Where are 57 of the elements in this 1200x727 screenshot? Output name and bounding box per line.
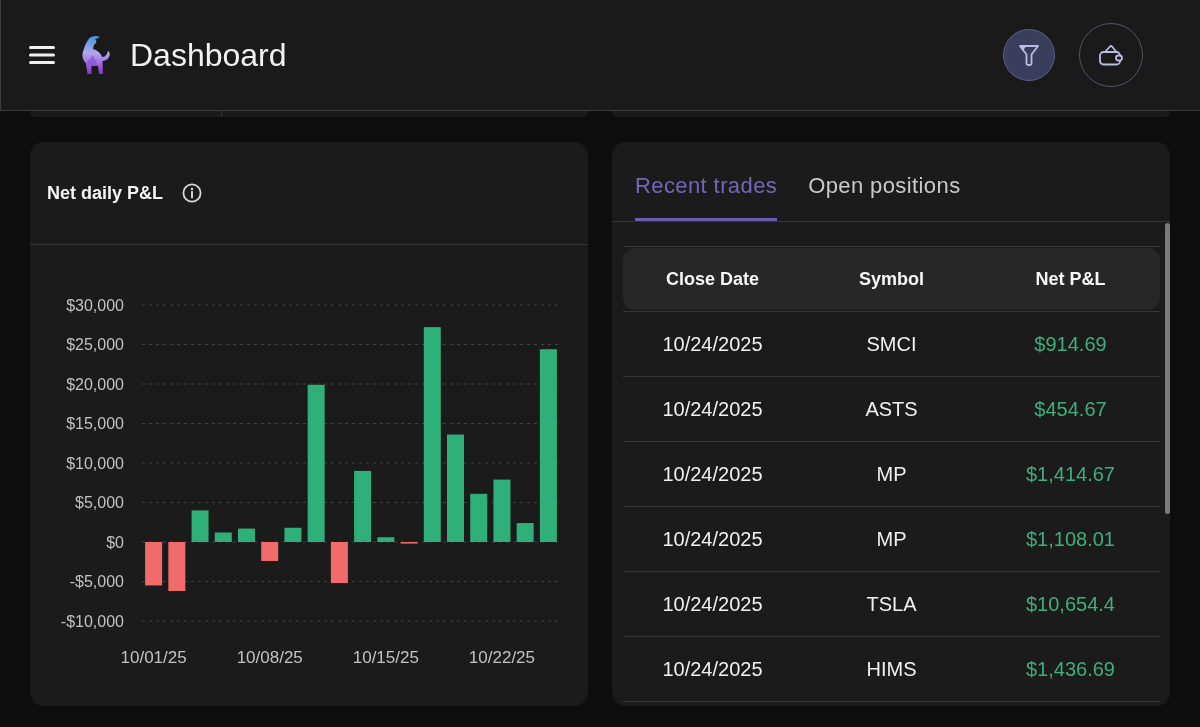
- table-cell-text: $454.67: [1034, 397, 1107, 422]
- axis-label: -$10,000: [60, 612, 124, 630]
- table-cell-text: MP: [876, 462, 907, 487]
- loss-bar: [145, 542, 163, 586]
- table-cell-text: SMCI: [866, 332, 917, 357]
- axis-label: $30,000: [66, 296, 124, 314]
- axis-label: 10/22/25: [468, 648, 536, 667]
- table-cell-text: TSLA: [866, 592, 917, 617]
- axis-label: $0: [106, 533, 124, 551]
- scrollbar-thumb[interactable]: [1165, 223, 1170, 514]
- axis-label: $25,000: [66, 336, 124, 353]
- table-cell-text: ASTS: [865, 397, 918, 422]
- page-title: Dashboard: [130, 36, 287, 75]
- profit-bar: [191, 510, 209, 542]
- table-cell-text: $1,108.01: [1026, 527, 1115, 552]
- profit-bar: [516, 523, 534, 542]
- profit-bar: [214, 532, 232, 542]
- table-cell-text: 10/24/2025: [662, 462, 763, 487]
- card-title: Net daily P&L: [47, 181, 164, 205]
- axis-label: 10/01/25: [120, 648, 187, 667]
- axis-label: -$5,000: [69, 573, 124, 590]
- table-cell-text: HIMS: [866, 657, 917, 682]
- loss-bar: [261, 542, 279, 561]
- filter-button[interactable]: [1003, 29, 1055, 81]
- column-header: Symbol: [859, 267, 924, 291]
- tab[interactable]: Open positions: [808, 142, 961, 221]
- axis-label: 10/15/25: [352, 648, 419, 667]
- profit-bar: [493, 479, 511, 542]
- loss-bar: [168, 542, 186, 591]
- profit-bar: [470, 493, 488, 542]
- table-cell-text: 10/24/2025: [662, 657, 763, 682]
- table-cell-text: $1,414.67: [1026, 462, 1115, 487]
- table-cell-text: 10/24/2025: [662, 592, 763, 617]
- menu-icon[interactable]: [29, 46, 55, 64]
- table-cell-text: 10/24/2025: [662, 397, 763, 422]
- axis-label: $10,000: [66, 454, 124, 472]
- column-header: Close Date: [665, 267, 759, 291]
- profit-bar: [284, 527, 302, 542]
- axis-label: $15,000: [66, 415, 124, 432]
- table-cell-text: MP: [876, 527, 907, 552]
- axis-label: $5,000: [75, 494, 124, 511]
- table-cell-text: 10/24/2025: [662, 527, 763, 552]
- filter-icon: [1018, 43, 1040, 67]
- profit-bar: [354, 470, 372, 542]
- axis-label: $20,000: [66, 375, 124, 393]
- column-header: Net P&L: [1035, 267, 1106, 291]
- wallet-icon: [1098, 43, 1124, 67]
- loss-bar: [330, 542, 348, 584]
- table-cell-text: $914.69: [1034, 332, 1107, 357]
- info-icon[interactable]: [182, 183, 203, 203]
- profit-bar: [238, 528, 255, 542]
- table-cell-text: 10/24/2025: [662, 332, 763, 357]
- axis-label: 10/08/25: [236, 648, 303, 667]
- table-cell-text: $1,436.69: [1026, 657, 1115, 682]
- table-cell-text: $10,654.4: [1026, 592, 1115, 617]
- tab[interactable]: Recent trades: [635, 142, 778, 221]
- profit-bar: [377, 537, 395, 542]
